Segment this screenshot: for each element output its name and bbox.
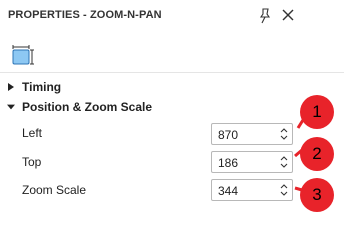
left-label: Left	[22, 126, 43, 140]
spinner-icon[interactable]	[279, 126, 289, 142]
top-value: 186	[218, 156, 239, 170]
divider	[0, 72, 344, 73]
zoom-n-pan-icon[interactable]	[11, 42, 35, 68]
spinner-icon[interactable]	[279, 154, 289, 170]
section-position-zoom[interactable]: Position & Zoom Scale	[0, 97, 344, 117]
left-value: 870	[218, 128, 239, 142]
pin-icon[interactable]	[258, 8, 272, 24]
collapse-arrow-icon	[7, 104, 15, 110]
spinner-icon[interactable]	[279, 182, 289, 198]
close-icon[interactable]	[281, 7, 295, 23]
panel-header: PROPERTIES - ZOOM-N-PAN	[0, 0, 344, 32]
callout-badge-2: 2	[300, 137, 334, 171]
zoom-scale-value: 344	[218, 184, 239, 198]
top-label: Top	[22, 155, 42, 169]
zoom-scale-label: Zoom Scale	[22, 183, 87, 197]
top-field[interactable]: 186	[211, 151, 293, 173]
section-timing-label: Timing	[22, 80, 62, 94]
panel-title: PROPERTIES - ZOOM-N-PAN	[8, 9, 162, 21]
left-field[interactable]: 870	[211, 123, 293, 145]
callout-badge-1: 1	[300, 95, 334, 129]
section-timing[interactable]: Timing	[0, 77, 344, 97]
expand-arrow-icon	[8, 83, 14, 91]
section-position-label: Position & Zoom Scale	[22, 100, 153, 114]
zoom-scale-field[interactable]: 344	[211, 179, 293, 201]
callout-badge-3: 3	[300, 178, 334, 212]
tool-icon-row	[0, 38, 344, 72]
